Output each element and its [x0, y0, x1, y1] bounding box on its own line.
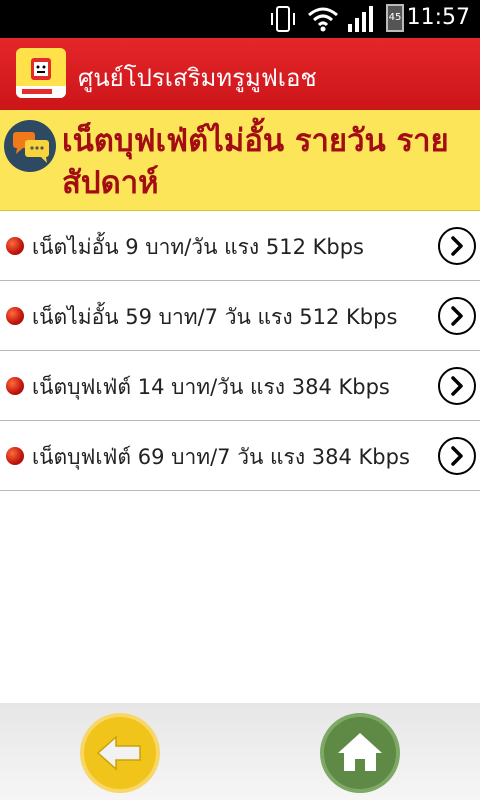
- list-item[interactable]: เน็ตบุฟเฟ่ต์ 69 บาท/7 วัน แรง 384 Kbps: [0, 421, 480, 491]
- bullet-icon: [6, 307, 24, 325]
- section-header: เน็ตบุฟเฟ่ต์ไม่อั้น รายวัน รายสัปดาห์: [0, 110, 480, 211]
- clock: 11:57: [406, 5, 470, 30]
- chat-bubbles-icon: [4, 120, 56, 172]
- battery-level: 45: [388, 12, 402, 23]
- truemove-h-app-icon[interactable]: [16, 48, 66, 98]
- package-list: เน็ตไม่อั้น 9 บาท/วัน แรง 512 Kbps เน็ตไ…: [0, 211, 480, 491]
- back-button[interactable]: [80, 713, 160, 793]
- arrow-left-icon: [96, 735, 141, 771]
- chevron-right-icon[interactable]: [438, 227, 476, 265]
- list-item-label: เน็ตไม่อั้น 59 บาท/7 วัน แรง 512 Kbps: [32, 305, 398, 329]
- list-item[interactable]: เน็ตไม่อั้น 59 บาท/7 วัน แรง 512 Kbps: [0, 281, 480, 351]
- bottom-bar: [0, 703, 480, 800]
- chevron-right-icon[interactable]: [438, 437, 476, 475]
- list-item[interactable]: เน็ตไม่อั้น 9 บาท/วัน แรง 512 Kbps: [0, 211, 480, 281]
- home-button[interactable]: [320, 713, 400, 793]
- bullet-icon: [6, 237, 24, 255]
- list-item-label: เน็ตไม่อั้น 9 บาท/วัน แรง 512 Kbps: [32, 235, 364, 259]
- app-title: ศูนย์โปรเสริมทรูมูฟเอช: [78, 64, 317, 92]
- list-item-label: เน็ตบุฟเฟ่ต์ 14 บาท/วัน แรง 384 Kbps: [32, 375, 390, 399]
- chevron-right-icon[interactable]: [438, 367, 476, 405]
- list-item-label: เน็ตบุฟเฟ่ต์ 69 บาท/7 วัน แรง 384 Kbps: [32, 445, 410, 469]
- signal-icon: [348, 6, 373, 32]
- action-bar: ศูนย์โปรเสริมทรูมูฟเอช: [0, 38, 480, 110]
- home-icon: [338, 733, 382, 771]
- vibrate-icon: [271, 6, 295, 32]
- wifi-icon: [308, 7, 338, 32]
- battery-icon: 45: [386, 4, 404, 32]
- list-item[interactable]: เน็ตบุฟเฟ่ต์ 14 บาท/วัน แรง 384 Kbps: [0, 351, 480, 421]
- bullet-icon: [6, 447, 24, 465]
- chevron-right-icon[interactable]: [438, 297, 476, 335]
- status-bar: 45 11:57: [0, 0, 480, 38]
- section-title: เน็ตบุฟเฟ่ต์ไม่อั้น รายวัน รายสัปดาห์: [62, 123, 449, 201]
- bullet-icon: [6, 377, 24, 395]
